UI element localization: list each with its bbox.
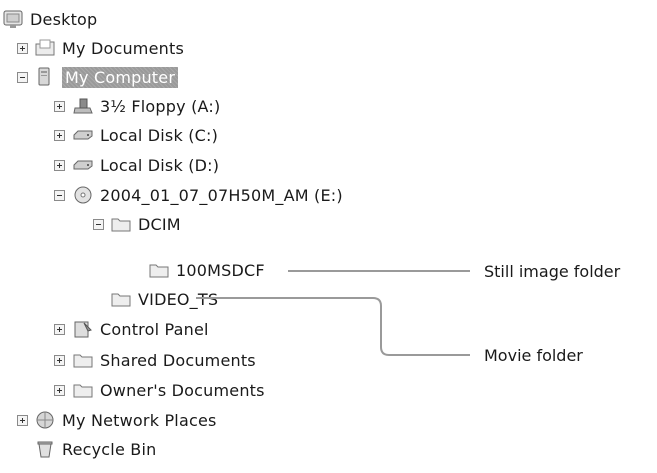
still-image-folder-callout: Still image folder: [484, 262, 621, 281]
movie-folder-leader-line: [196, 297, 470, 356]
movie-folder-callout: Movie folder: [484, 346, 583, 365]
callout-leader-lines: [196, 270, 470, 356]
